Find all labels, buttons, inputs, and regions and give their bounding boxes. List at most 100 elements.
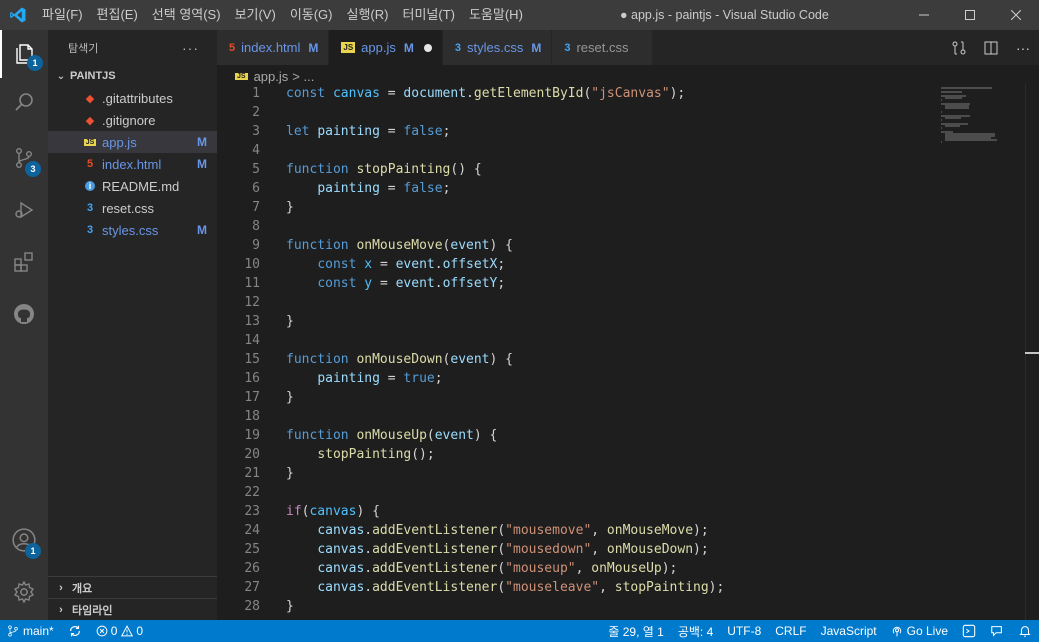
language-mode[interactable]: JavaScript (814, 620, 884, 642)
code-line[interactable]: 7} (217, 198, 937, 217)
split-editor-button[interactable] (975, 40, 1007, 56)
code-text: const x = event.offsetX; (317, 257, 506, 272)
code-line[interactable]: 11 const y = event.offsetY; (217, 274, 937, 293)
code-text: } (286, 314, 294, 329)
tab-app-js[interactable]: JS app.js M (329, 30, 443, 65)
project-folder-header[interactable]: ⌄ PAINTJS (48, 65, 217, 87)
code-line[interactable]: 26 canvas.addEventListener("mouseup", on… (217, 559, 937, 578)
code-text: stopPainting(); (317, 447, 435, 462)
file-item[interactable]: 3 styles.css M (48, 219, 217, 241)
tab-reset-css[interactable]: 3 reset.css (552, 30, 654, 65)
line-number: 5 (252, 162, 260, 177)
line-number: 12 (244, 295, 260, 310)
terminal-button[interactable] (955, 620, 983, 642)
more-actions-button[interactable]: ··· (182, 40, 199, 56)
code-editor[interactable]: 1 const canvas = document.getElementById(… (217, 84, 937, 620)
minimap-line (945, 107, 969, 109)
minimap[interactable] (937, 84, 1025, 620)
editor-more-actions-button[interactable]: ··· (1007, 40, 1039, 56)
line-number: 18 (244, 409, 260, 424)
problems-status[interactable]: 0 0 (89, 620, 150, 642)
branch-status[interactable]: main* (0, 620, 61, 642)
code-line[interactable]: 14 (217, 331, 937, 350)
compare-changes-icon (952, 41, 966, 54)
manage-activity-button[interactable] (0, 568, 48, 616)
code-line[interactable]: 10 const x = event.offsetX; (217, 255, 937, 274)
menu-run[interactable]: 실행(R) (340, 0, 396, 30)
code-line[interactable]: 1 const canvas = document.getElementById(… (217, 84, 937, 103)
code-line[interactable]: 2 (217, 103, 937, 122)
code-line[interactable]: 28} (217, 597, 937, 616)
code-line[interactable]: 5 function stopPainting() { (217, 160, 937, 179)
code-line[interactable]: 18 (217, 407, 937, 426)
close-button[interactable] (993, 0, 1039, 30)
code-line[interactable]: 16 painting = true; (217, 369, 937, 388)
code-line[interactable]: 25 canvas.addEventListener("mousedown", … (217, 540, 937, 559)
tab-index-html[interactable]: 5 index.html M (217, 30, 330, 65)
file-item[interactable]: i README.md (48, 175, 217, 197)
code-line[interactable]: 20 stopPainting(); (217, 445, 937, 464)
menu-help[interactable]: 도움말(H) (462, 0, 530, 30)
minimap-line (945, 125, 960, 127)
extensions-activity-button[interactable] (0, 238, 48, 286)
code-line[interactable]: 22 (217, 483, 937, 502)
run-debug-activity-button[interactable] (0, 186, 48, 234)
outline-section-header[interactable]: › 개요 (48, 576, 217, 598)
breadcrumb-file[interactable]: app.js (254, 69, 289, 84)
breadcrumb-separator[interactable]: > ... (292, 69, 314, 84)
menu-file[interactable]: 파일(F) (35, 0, 90, 30)
open-changes-button[interactable] (943, 40, 975, 56)
code-line[interactable]: 15 function onMouseDown(event) { (217, 350, 937, 369)
line-number: 2 (252, 105, 260, 120)
notifications-button[interactable] (1011, 620, 1039, 642)
feedback-button[interactable] (983, 620, 1011, 642)
eol-status[interactable]: CRLF (768, 620, 813, 642)
menu-view[interactable]: 보기(V) (228, 0, 283, 30)
window-title: ● app.js - paintjs - Visual Studio Code (620, 8, 829, 22)
maximize-button[interactable] (947, 0, 993, 30)
sync-button[interactable] (61, 620, 89, 642)
code-line[interactable]: 24 canvas.addEventListener("mousemove", … (217, 521, 937, 540)
menu-terminal[interactable]: 터미널(T) (395, 0, 461, 30)
menu-selection[interactable]: 선택 영역(S) (145, 0, 228, 30)
timeline-section-header[interactable]: › 타임라인 (48, 598, 217, 620)
go-live-button[interactable]: Go Live (884, 620, 955, 642)
file-item[interactable]: 5 index.html M (48, 153, 217, 175)
menu-edit[interactable]: 편집(E) (90, 0, 145, 30)
code-line[interactable]: 23 if(canvas) { (217, 502, 937, 521)
explorer-badge: 1 (27, 55, 43, 71)
tab-styles-css[interactable]: 3 styles.css M (442, 30, 553, 65)
code-line[interactable]: 6 painting = false; (217, 179, 937, 198)
encoding-status[interactable]: UTF-8 (720, 620, 768, 642)
github-activity-button[interactable] (0, 290, 48, 338)
minimap-line (941, 87, 992, 89)
code-line[interactable]: 21} (217, 464, 937, 483)
cursor-position[interactable]: 줄 29, 열 1 (601, 620, 670, 642)
js-icon: JS (341, 42, 356, 53)
code-line[interactable]: 27 canvas.addEventListener("mouseleave",… (217, 578, 937, 597)
indentation-status[interactable]: 공백: 4 (671, 620, 720, 642)
code-line[interactable]: 9 function onMouseMove(event) { (217, 236, 937, 255)
file-item[interactable]: ◆ .gitignore (48, 109, 217, 131)
code-line[interactable]: 17} (217, 388, 937, 407)
file-item[interactable]: ◆ .gitattributes (48, 87, 217, 109)
unsaved-dot-icon[interactable] (423, 43, 432, 52)
code-line[interactable]: 13} (217, 312, 937, 331)
code-line[interactable]: 19 function onMouseUp(event) { (217, 426, 937, 445)
source-control-activity-button[interactable]: 3 (0, 134, 48, 182)
code-line[interactable]: 12 (217, 293, 937, 312)
code-line[interactable]: 8 (217, 217, 937, 236)
file-item[interactable]: 3 reset.css (48, 197, 217, 219)
menu-go[interactable]: 이동(G) (283, 0, 340, 30)
go-live-label: Go Live (906, 624, 948, 638)
code-line[interactable]: 4 (217, 141, 937, 160)
file-item[interactable]: JS app.js M (48, 131, 217, 153)
accounts-activity-button[interactable]: 1 (0, 516, 48, 564)
code-line[interactable]: 3 let painting = false; (217, 122, 937, 141)
minimize-button[interactable] (901, 0, 947, 30)
warning-icon (121, 625, 134, 637)
search-activity-button[interactable] (0, 78, 48, 126)
explorer-activity-button[interactable]: 1 (0, 30, 48, 78)
